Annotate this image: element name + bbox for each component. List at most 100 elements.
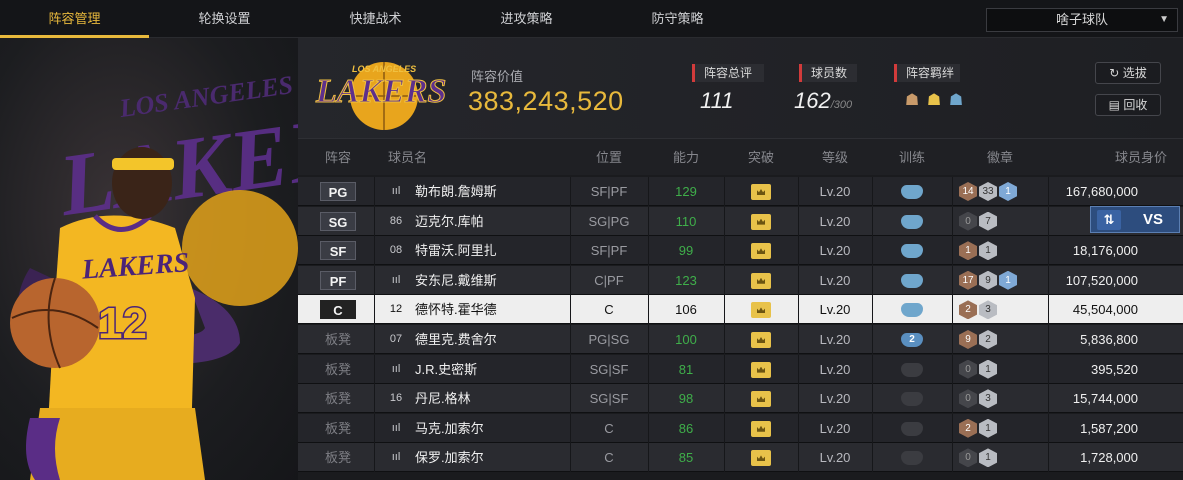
position-slot-badge: PG xyxy=(320,182,356,201)
player-salary: 107,520,000 xyxy=(1065,272,1138,288)
table-row[interactable]: 板凳 16 丹尼.格林 SG|SF 98 Lv.20 0 3 15,744,000 xyxy=(298,384,1183,414)
player-ability: 100 xyxy=(675,332,697,347)
badge-bronze-icon[interactable]: 2 xyxy=(959,300,977,320)
breakthrough-crown-icon[interactable] xyxy=(751,450,771,467)
position-slot-badge: C xyxy=(320,300,356,320)
training-icon[interactable]: 2 xyxy=(901,333,923,347)
breakthrough-crown-icon[interactable] xyxy=(751,272,771,289)
badge-bronze-icon[interactable]: 2 xyxy=(959,418,977,438)
tab-defense-strategy[interactable]: 防守策略 xyxy=(602,0,753,38)
table-row[interactable]: 板凳 ııl 马克.加索尔 C 86 Lv.20 2 1 1,587,200 xyxy=(298,413,1183,443)
badge-silver-icon[interactable]: 3 xyxy=(979,300,997,320)
header-ability: 能力 xyxy=(672,150,699,165)
player-name: 迈克尔.库帕 xyxy=(415,213,484,229)
training-icon[interactable] xyxy=(901,392,923,407)
lineup-bond-label: 阵容羁绊 xyxy=(894,64,960,82)
training-icon[interactable] xyxy=(901,303,923,318)
badge-gold-icon[interactable]: 1 xyxy=(999,270,1017,290)
player-name: 丹尼.格林 xyxy=(415,391,471,407)
badge-silver-icon[interactable]: 1 xyxy=(979,359,997,379)
breakthrough-crown-icon[interactable] xyxy=(751,391,771,408)
player-ability: 98 xyxy=(678,391,694,407)
breakthrough-crown-icon[interactable] xyxy=(751,243,771,260)
roster-table-header: 阵容 球员名 位置 能力 突破 等级 训练 徽章 球员身价 xyxy=(298,138,1183,175)
breakthrough-crown-icon[interactable] xyxy=(751,184,771,200)
slot-label: 板凳 xyxy=(324,391,351,407)
badge-dark-icon[interactable]: 0 xyxy=(959,211,977,231)
player-level: Lv.20 xyxy=(819,391,851,407)
training-icon[interactable] xyxy=(901,451,923,466)
player-level: Lv.20 xyxy=(819,450,851,466)
badge-silver-icon[interactable]: 9 xyxy=(979,270,997,290)
training-icon[interactable] xyxy=(901,362,923,377)
player-ability: 123 xyxy=(675,272,697,288)
player-name: 德里克.费舍尔 xyxy=(415,332,497,347)
tab-offense-strategy[interactable]: 进攻策略 xyxy=(451,0,602,38)
badge-silver-icon[interactable]: 33 xyxy=(979,182,997,201)
refresh-icon: ↻ xyxy=(1109,66,1120,80)
badge-silver-icon[interactable]: 1 xyxy=(979,418,997,438)
chevron-down-icon: ▼ xyxy=(1159,14,1169,25)
player-salary: 1,587,200 xyxy=(1080,420,1138,436)
badge-dark-icon[interactable]: 0 xyxy=(959,359,977,379)
bond-icons[interactable]: ☗ ☗ ☗ xyxy=(901,90,967,110)
jersey-number: 12 xyxy=(389,303,403,316)
player-ability: 85 xyxy=(678,450,694,466)
badge-bronze-icon[interactable]: 9 xyxy=(959,330,977,349)
table-row[interactable]: 板凳 07 德里克.费舍尔 PG|SG 100 Lv.20 2 9 2 5,836,800 xyxy=(298,325,1183,354)
training-icon[interactable] xyxy=(901,185,923,199)
badge-silver-icon[interactable]: 1 xyxy=(979,241,997,261)
badge-silver-icon[interactable]: 2 xyxy=(979,330,997,349)
table-row[interactable]: PF ııl 安东尼.戴维斯 C|PF 123 Lv.20 17 9 1 107,520,000 xyxy=(298,265,1183,295)
training-icon[interactable] xyxy=(901,273,923,288)
jersey-number: 16 xyxy=(389,392,403,405)
breakthrough-crown-icon[interactable] xyxy=(751,213,771,230)
player-salary: 1,728,000 xyxy=(1080,450,1138,466)
player-salary: 15,744,000 xyxy=(1072,391,1138,407)
player-position: C xyxy=(604,420,614,436)
training-icon[interactable] xyxy=(901,421,923,436)
tab-rotation-settings[interactable]: 轮换设置 xyxy=(149,0,300,38)
table-row[interactable]: SG86迈克尔.库帕SG|PG110Lv.200719 xyxy=(298,206,1183,236)
badge-dark-icon[interactable]: 0 xyxy=(959,389,977,409)
table-row[interactable]: PG ııl 勒布朗.詹姆斯 SF|PF 129 Lv.20 14 33 1 167,680,00… xyxy=(298,177,1183,206)
headband xyxy=(112,158,174,170)
badge-silver-icon[interactable]: 7 xyxy=(979,211,997,231)
badge-bronze-icon[interactable]: 17 xyxy=(959,270,977,290)
player-ability: 81 xyxy=(678,361,694,377)
jersey-number: 08 xyxy=(389,244,403,257)
header-breakthrough: 突破 xyxy=(747,150,774,165)
recycle-button[interactable]: ▤ 回收 xyxy=(1095,94,1161,116)
badge-bronze-icon[interactable]: 14 xyxy=(959,182,977,201)
badge-silver-icon[interactable]: 3 xyxy=(979,389,997,409)
badge-silver-icon[interactable]: 1 xyxy=(979,448,997,468)
breakthrough-crown-icon[interactable] xyxy=(751,302,771,319)
breakthrough-crown-icon[interactable] xyxy=(751,420,771,437)
player-position: SF|PF xyxy=(590,184,628,199)
training-icon[interactable] xyxy=(901,214,923,229)
select-button-label: 选拔 xyxy=(1122,66,1147,80)
player-name: 安东尼.戴维斯 xyxy=(415,272,497,288)
badge-bronze-icon[interactable]: 1 xyxy=(959,241,977,261)
jersey-number: 07 xyxy=(389,333,403,345)
player-level: Lv.20 xyxy=(819,272,851,288)
badge-dark-icon[interactable]: 0 xyxy=(959,448,977,468)
breakthrough-crown-icon[interactable] xyxy=(751,361,771,378)
table-row[interactable]: SF 08 特雷沃.阿里扎 SF|PF 99 Lv.20 1 1 18,176,000 xyxy=(298,236,1183,266)
table-row[interactable]: 板凳 ııl 保罗.加索尔 C 85 Lv.20 0 1 1,728,000 xyxy=(298,443,1183,473)
breakthrough-crown-icon[interactable] xyxy=(751,332,771,348)
player-count-value: 162 xyxy=(794,88,831,113)
player-name: 马克.加索尔 xyxy=(415,420,484,436)
tab-lineup-management[interactable]: 阵容管理 xyxy=(0,0,149,38)
tab-quick-tactics[interactable]: 快捷战术 xyxy=(300,0,451,38)
player-position: PG|SG xyxy=(588,332,630,347)
training-icon[interactable] xyxy=(901,244,923,259)
badge-gold-icon[interactable]: 1 xyxy=(999,182,1017,201)
compare-vs-button[interactable]: ⇅ VS xyxy=(1090,206,1180,233)
logo-main-text: LAKERS xyxy=(315,73,446,110)
table-row[interactable]: C 12 德怀特.霍华德 C 106 Lv.20 2 3 45,504,000 xyxy=(298,295,1183,325)
table-row[interactable]: 板凳 ııl J.R.史密斯 SG|SF 81 Lv.20 0 1 395,520 xyxy=(298,354,1183,384)
team-select-dropdown[interactable]: 啥子球队 ▼ xyxy=(986,8,1178,32)
select-button[interactable]: ↻ 选拔 xyxy=(1095,62,1161,84)
player-position: C xyxy=(604,302,614,318)
